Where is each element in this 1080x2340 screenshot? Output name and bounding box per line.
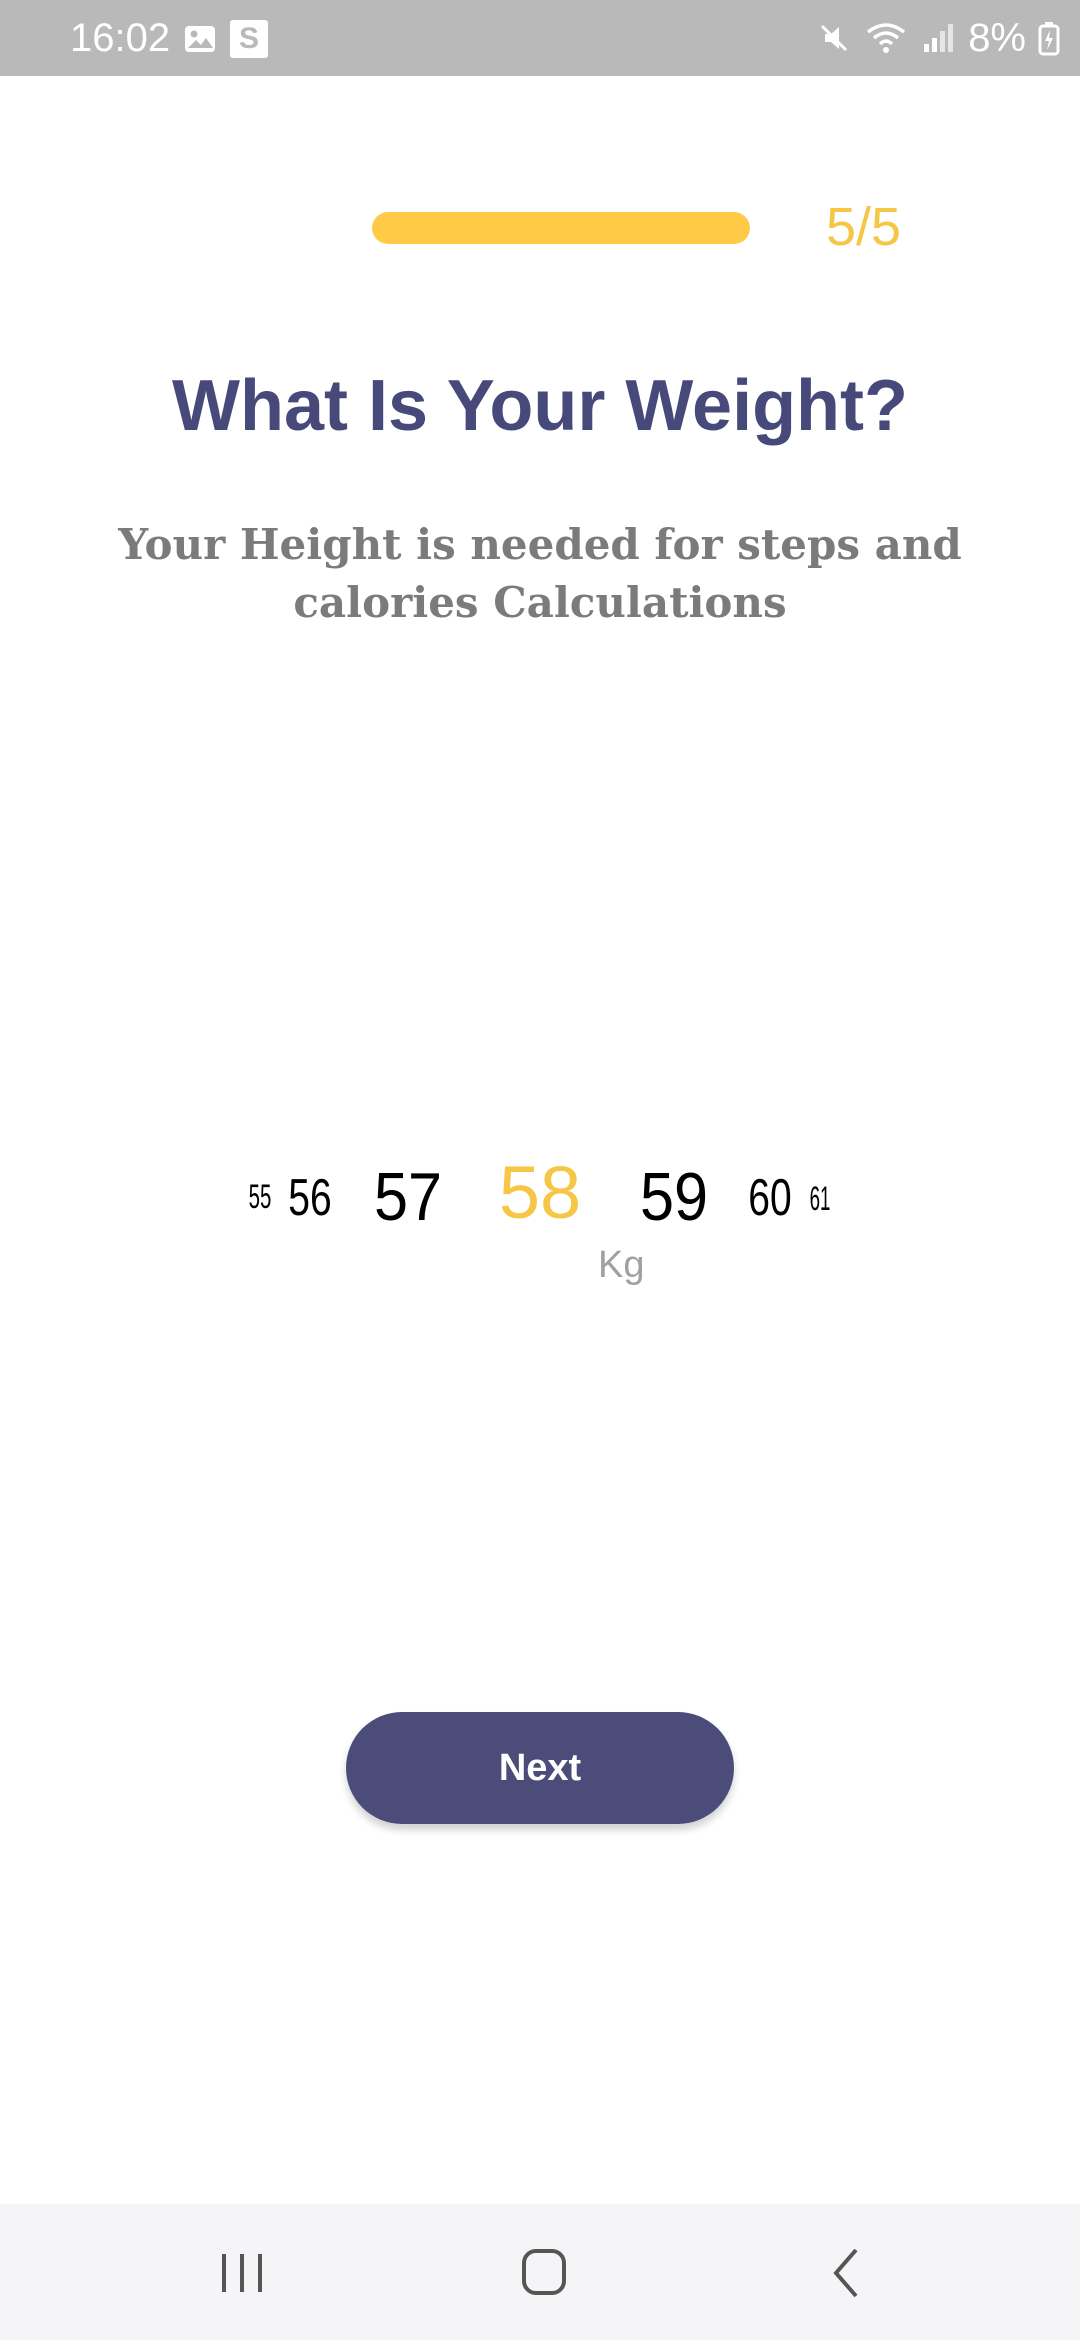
battery-icon [1038,20,1060,56]
status-right: 8% [816,12,1060,64]
weight-picker[interactable]: 55 56 57 58 59 60 61 [0,1140,1080,1270]
progress-label: 5/5 [826,197,902,257]
page-title: What Is Your Weight? [172,366,908,446]
gallery-icon [182,21,218,57]
status-time: 16:02 [70,16,171,60]
wifi-icon [864,20,908,56]
page-subtitle: Your Height is needed for steps and calo… [118,520,962,627]
progress-bar [372,212,750,244]
mute-icon [816,20,852,56]
progress-fill [372,212,750,244]
s-app-icon: S [230,20,268,58]
back-icon[interactable] [806,2238,886,2308]
picker-value-selected[interactable]: 58 [499,1150,581,1235]
weight-screen: 16:02 S 8% 5/5 What Is Your Weight? Your… [0,0,1080,2340]
signal-icon [920,20,956,56]
picker-value[interactable]: 55 [249,1178,272,1217]
status-left-icons: S [182,20,268,58]
home-icon[interactable] [504,2238,584,2308]
picker-value[interactable]: 61 [810,1180,831,1219]
picker-value[interactable]: 60 [748,1168,791,1228]
next-button[interactable]: Next [346,1712,734,1824]
picker-value[interactable]: 57 [374,1158,442,1236]
battery-percent: 8% [968,16,1026,60]
status-bar: 16:02 S 8% [0,0,1080,76]
picker-value[interactable]: 56 [288,1168,331,1228]
navigation-bar [0,2204,1080,2340]
weight-unit-label: Kg [598,1244,645,1286]
picker-value[interactable]: 59 [640,1158,708,1236]
recents-icon[interactable] [202,2238,282,2308]
